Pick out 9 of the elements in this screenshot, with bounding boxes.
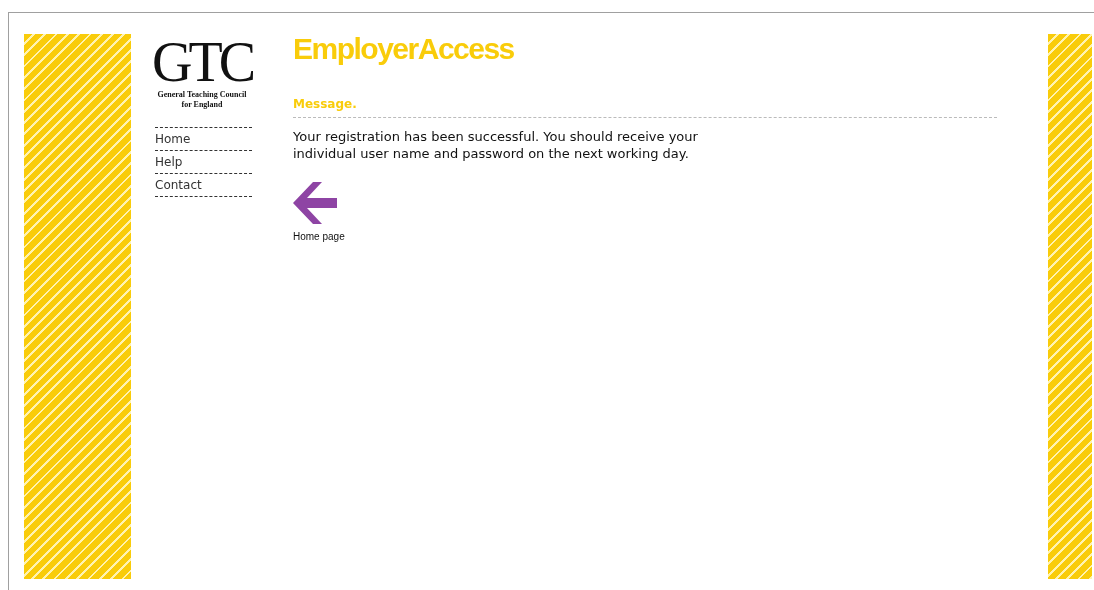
message-heading: Message. [293,96,357,113]
nav-link[interactable]: Home [155,128,252,151]
home-page-link[interactable]: Home page [293,182,345,244]
app-title: EmployerAccess [293,34,514,64]
message-text: Your registration has been successful. You should receive your individual user name and password on the next working day. [293,128,699,162]
nav-link[interactable]: Help [155,151,252,174]
back-arrow-icon [293,182,337,224]
logo: GTC General Teaching Council for England [152,34,252,110]
nav-link[interactable]: Contact [155,174,252,197]
